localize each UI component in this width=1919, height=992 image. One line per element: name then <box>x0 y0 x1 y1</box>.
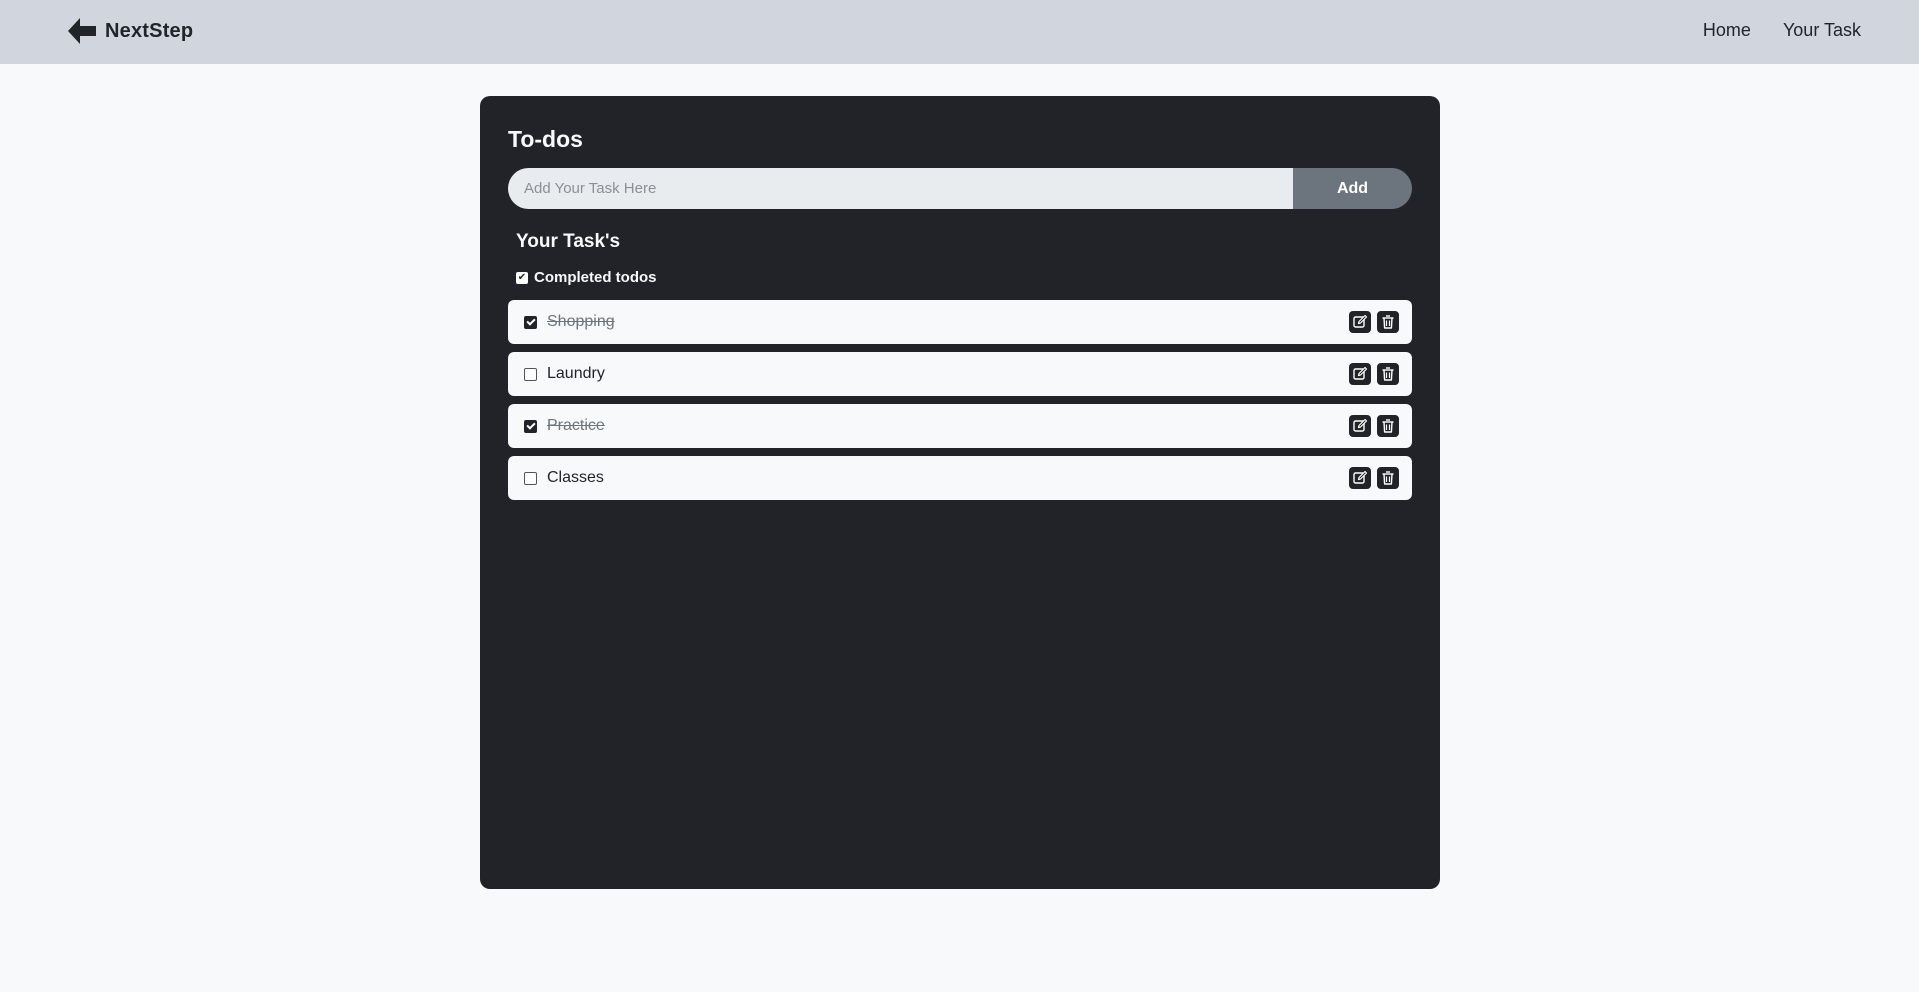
page-title: To-dos <box>508 126 583 152</box>
task-input[interactable] <box>508 168 1293 209</box>
todo-actions <box>1349 311 1399 333</box>
trash-icon <box>1382 419 1394 433</box>
todo-item: Shopping <box>508 300 1412 344</box>
edit-icon <box>1353 470 1368 484</box>
edit-icon <box>1353 418 1368 432</box>
edit-button[interactable] <box>1349 415 1371 437</box>
nav-link-your-task[interactable]: Your Task <box>1783 20 1861 41</box>
edit-button[interactable] <box>1349 363 1371 385</box>
nav-link-home[interactable]: Home <box>1703 20 1751 41</box>
completed-todos-toggle[interactable]: ✔ Completed todos <box>516 269 657 286</box>
navbar: NextStep Home Your Task <box>0 0 1919 64</box>
edit-icon <box>1353 314 1368 328</box>
brand-name: NextStep <box>105 19 194 42</box>
delete-button[interactable] <box>1377 415 1399 437</box>
todo-text: Classes <box>547 469 604 486</box>
todo-checkbox[interactable] <box>524 315 537 329</box>
edit-button[interactable] <box>1349 311 1371 333</box>
trash-icon <box>1382 367 1394 381</box>
todo-text: Shopping <box>547 313 615 330</box>
completed-todos-checkbox[interactable]: ✔ <box>516 271 528 284</box>
todo-item: Laundry <box>508 352 1412 396</box>
add-button[interactable]: Add <box>1293 168 1412 209</box>
add-task-row: Add <box>508 168 1412 209</box>
edit-button[interactable] <box>1349 467 1371 489</box>
todo-card: To-dos Add Your Task's ✔ Completed todos… <box>480 96 1440 889</box>
todo-checkbox[interactable] <box>524 419 537 433</box>
delete-button[interactable] <box>1377 311 1399 333</box>
todo-text: Practice <box>547 417 605 434</box>
delete-button[interactable] <box>1377 363 1399 385</box>
completed-todos-label: Completed todos <box>534 269 657 286</box>
delete-button[interactable] <box>1377 467 1399 489</box>
todo-item: Practice <box>508 404 1412 448</box>
todo-checkbox[interactable] <box>524 367 537 381</box>
trash-icon <box>1382 315 1394 329</box>
todo-checkbox[interactable] <box>524 471 537 485</box>
section-title: Your Task's <box>516 231 621 252</box>
trash-icon <box>1382 471 1394 485</box>
todo-actions <box>1349 415 1399 437</box>
brand-link[interactable]: NextStep <box>67 16 193 46</box>
edit-icon <box>1353 366 1368 380</box>
nav-links: Home Your Task <box>1703 20 1861 41</box>
todo-text: Laundry <box>547 365 605 382</box>
todo-actions <box>1349 363 1399 385</box>
todo-actions <box>1349 467 1399 489</box>
arrow-left-icon <box>68 18 96 44</box>
todo-list: Shopping Laundry Practice Classes <box>508 300 1412 508</box>
todo-item: Classes <box>508 456 1412 500</box>
